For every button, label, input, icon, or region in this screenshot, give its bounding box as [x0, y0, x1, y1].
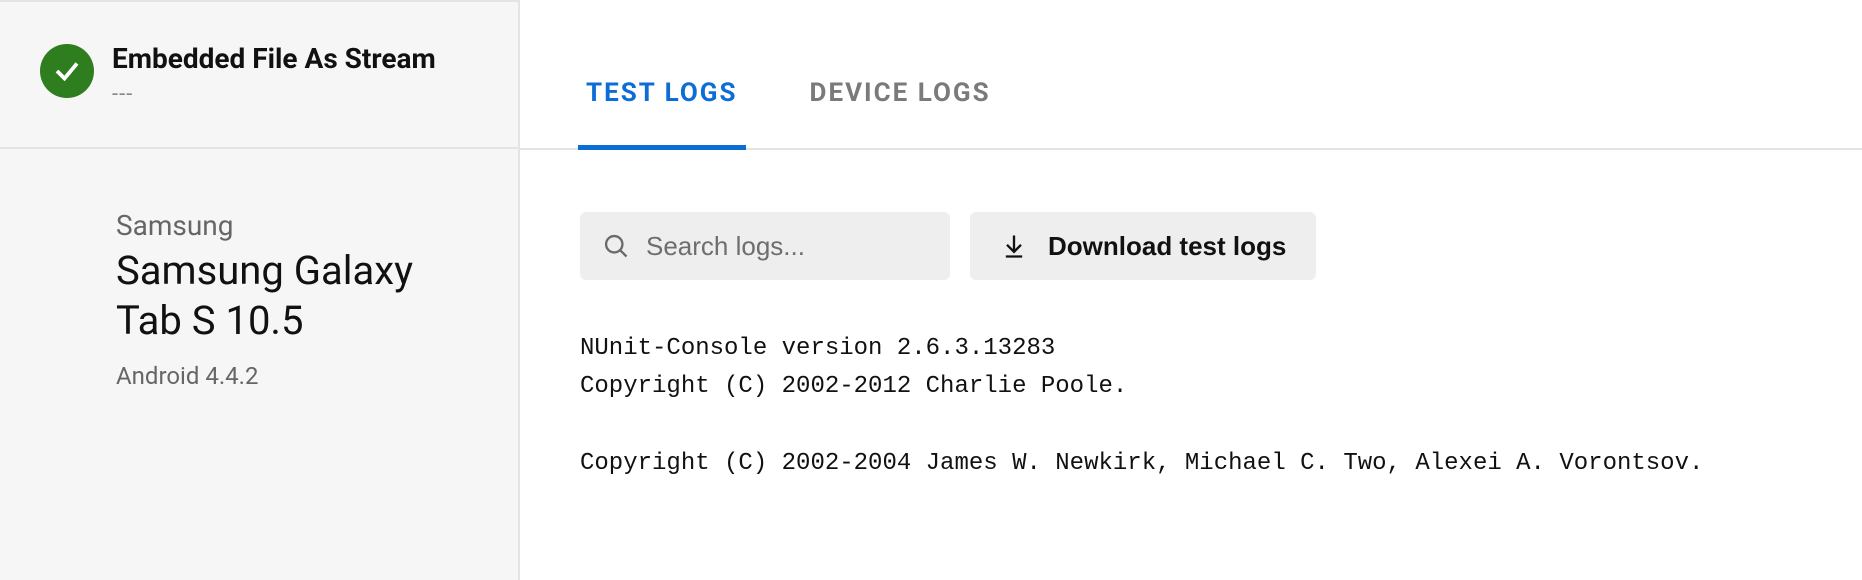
device-vendor: Samsung — [116, 209, 488, 242]
download-button-label: Download test logs — [1048, 231, 1286, 262]
app-layout: Embedded File As Stream --- Samsung Sams… — [0, 0, 1862, 580]
tabs: TEST LOGS DEVICE LOGS — [520, 0, 1862, 150]
status-success-icon — [40, 44, 94, 98]
download-test-logs-button[interactable]: Download test logs — [970, 212, 1316, 280]
tab-test-logs[interactable]: TEST LOGS — [580, 78, 744, 148]
search-icon — [602, 232, 630, 260]
sidebar-header: Embedded File As Stream --- — [0, 0, 518, 149]
search-box[interactable] — [580, 212, 950, 280]
tab-device-logs[interactable]: DEVICE LOGS — [804, 78, 997, 148]
sidebar: Embedded File As Stream --- Samsung Sams… — [0, 0, 520, 580]
device-info: Samsung Samsung Galaxy Tab S 10.5 Androi… — [0, 149, 518, 390]
device-name: Samsung Galaxy Tab S 10.5 — [116, 246, 446, 346]
header-texts: Embedded File As Stream --- — [112, 42, 436, 107]
test-subtitle: --- — [112, 82, 436, 107]
main-panel: TEST LOGS DEVICE LOGS Download test logs — [520, 0, 1862, 580]
device-os: Android 4.4.2 — [116, 362, 488, 390]
controls-row: Download test logs — [520, 150, 1862, 280]
log-output: NUnit-Console version 2.6.3.13283 Copyri… — [520, 280, 1862, 484]
download-icon — [1000, 232, 1028, 260]
search-input[interactable] — [646, 231, 928, 262]
test-title: Embedded File As Stream — [112, 42, 436, 76]
